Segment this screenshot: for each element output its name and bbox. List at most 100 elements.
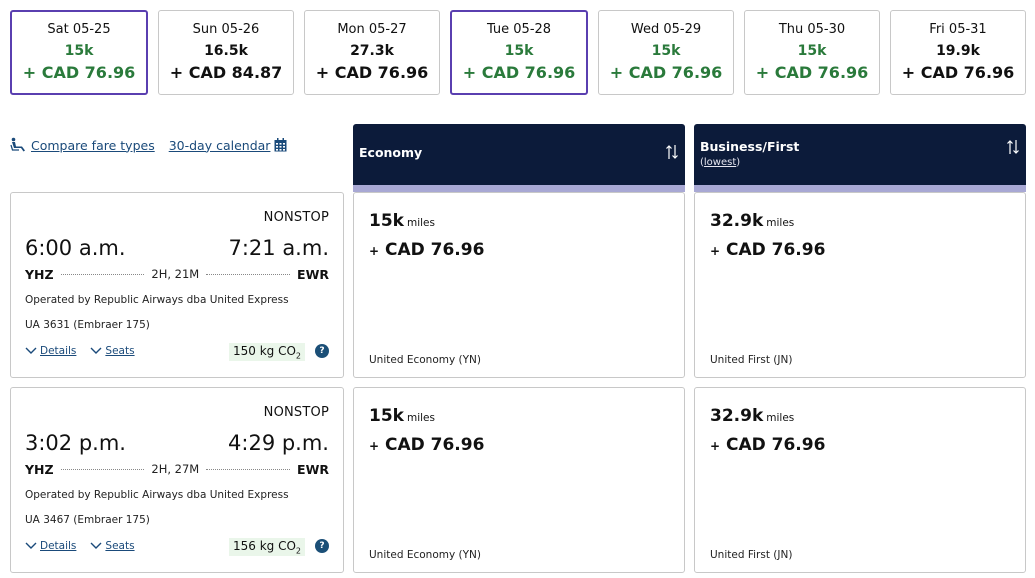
economy-column-header[interactable]: Economy <box>353 124 685 192</box>
destination-airport: EWR <box>297 461 329 477</box>
compare-fare-types-link[interactable]: Compare fare types <box>31 138 155 153</box>
chevron-down-icon <box>25 347 37 354</box>
date-label: Sat 05-25 <box>47 22 111 37</box>
departure-time: 3:02 p.m. <box>25 431 126 455</box>
date-card-sat-05-25[interactable]: Sat 05-25 15k + CAD 76.96 <box>10 10 148 95</box>
origin-airport: YHZ <box>25 266 54 282</box>
fare-name: United Economy (YN) <box>369 354 481 366</box>
date-miles: 15k <box>651 43 681 59</box>
route-line <box>206 273 291 275</box>
flight-card: NONSTOP 3:02 p.m. 4:29 p.m. YHZ 2H, 27M … <box>10 387 344 573</box>
details-label: Details <box>40 540 77 552</box>
miles-unit: miles <box>766 217 795 229</box>
fare-miles: 15k miles <box>369 406 435 426</box>
fare-price: + CAD 76.96 <box>369 435 484 455</box>
date-strip: Sat 05-25 15k + CAD 76.96 Sun 05-26 16.5… <box>10 10 1026 95</box>
miles-value: 15k <box>369 406 404 426</box>
flight-number: UA 3467 (Embraer 175) <box>25 514 150 526</box>
business-header-subtitle: (lowest) <box>700 157 740 168</box>
miles-unit: miles <box>406 412 435 424</box>
operator: Operated by Republic Airways dba United … <box>25 294 289 306</box>
miles-value: 32.9k <box>710 406 764 426</box>
route-line <box>60 273 145 275</box>
paren-close: ) <box>736 157 741 168</box>
arrival-time: 7:21 a.m. <box>228 236 329 260</box>
date-price: + CAD 76.96 <box>755 63 869 82</box>
sort-icon[interactable] <box>665 144 679 160</box>
seats-label: Seats <box>105 345 135 357</box>
route: YHZ 2H, 21M EWR <box>25 266 329 282</box>
chevron-down-icon <box>25 542 37 549</box>
date-miles: 19.9k <box>936 43 980 59</box>
price-value: CAD 76.96 <box>725 435 826 455</box>
flight-links: Details Seats <box>25 345 135 357</box>
seats-toggle[interactable]: Seats <box>90 540 135 552</box>
economy-fare-card[interactable]: 15k miles + CAD 76.96 United Economy (YN) <box>353 192 685 378</box>
fare-name: United First (JN) <box>710 549 793 561</box>
route-line <box>206 468 291 470</box>
route-line <box>60 468 145 470</box>
miles-unit: miles <box>406 217 435 229</box>
economy-header-title: Economy <box>359 145 423 160</box>
business-fare-card[interactable]: 32.9k miles + CAD 76.96 United First (JN) <box>694 387 1026 573</box>
date-label: Thu 05-30 <box>778 22 846 37</box>
seats-label: Seats <box>105 540 135 552</box>
business-column-header[interactable]: Business/First (lowest) <box>694 124 1026 192</box>
stops-label: NONSTOP <box>263 210 329 225</box>
business-fare-card[interactable]: 32.9k miles + CAD 76.96 United First (JN) <box>694 192 1026 378</box>
date-card-tue-05-28[interactable]: Tue 05-28 15k + CAD 76.96 <box>450 10 588 95</box>
date-miles: 27.3k <box>350 43 394 59</box>
economy-fare-card[interactable]: 15k miles + CAD 76.96 United Economy (YN) <box>353 387 685 573</box>
calendar-30-day-link[interactable]: 30-day calendar <box>169 138 271 153</box>
plus-sign: + <box>369 439 380 453</box>
seats-toggle[interactable]: Seats <box>90 345 135 357</box>
plus-sign: + <box>710 244 721 258</box>
flight-number: UA 3631 (Embraer 175) <box>25 319 150 331</box>
date-miles: 15k <box>504 43 534 59</box>
date-price: + CAD 84.87 <box>169 63 283 82</box>
co2-subscript: 2 <box>295 351 301 361</box>
help-icon[interactable]: ? <box>315 539 329 553</box>
seat-icon <box>10 137 25 152</box>
miles-unit: miles <box>766 412 795 424</box>
date-label: Tue 05-28 <box>486 22 552 37</box>
calendar-icon[interactable] <box>274 138 287 152</box>
date-card-sun-05-26[interactable]: Sun 05-26 16.5k + CAD 84.87 <box>158 10 294 95</box>
date-label: Fri 05-31 <box>929 22 987 37</box>
date-miles: 15k <box>797 43 827 59</box>
details-toggle[interactable]: Details <box>25 345 76 357</box>
departure-time: 6:00 a.m. <box>25 236 126 260</box>
miles-value: 15k <box>369 211 404 231</box>
fare-price: + CAD 76.96 <box>710 435 825 455</box>
date-price: + CAD 76.96 <box>462 63 576 82</box>
sort-icon[interactable] <box>1006 139 1020 155</box>
date-card-thu-05-30[interactable]: Thu 05-30 15k + CAD 76.96 <box>744 10 880 95</box>
co2-emissions: 156 kg CO2 <box>228 538 305 557</box>
flight-links: Details Seats <box>25 540 135 552</box>
date-price: + CAD 76.96 <box>315 63 429 82</box>
plus-sign: + <box>369 244 380 258</box>
co2-value: 150 kg CO <box>232 344 296 358</box>
fare-price: + CAD 76.96 <box>369 240 484 260</box>
co2-value: 156 kg CO <box>232 539 296 553</box>
help-icon[interactable]: ? <box>315 344 329 358</box>
chevron-down-icon <box>90 347 102 354</box>
lowest-link[interactable]: lowest <box>704 157 736 168</box>
fare-name: United Economy (YN) <box>369 549 481 561</box>
date-card-fri-05-31[interactable]: Fri 05-31 19.9k + CAD 76.96 <box>890 10 1026 95</box>
destination-airport: EWR <box>297 266 329 282</box>
date-label: Mon 05-27 <box>337 22 407 37</box>
duration: 2H, 27M <box>151 462 200 476</box>
date-label: Wed 05-29 <box>630 22 702 37</box>
date-card-wed-05-29[interactable]: Wed 05-29 15k + CAD 76.96 <box>598 10 734 95</box>
date-price: + CAD 76.96 <box>22 63 136 82</box>
fare-miles: 15k miles <box>369 211 435 231</box>
details-toggle[interactable]: Details <box>25 540 76 552</box>
date-price: + CAD 76.96 <box>901 63 1015 82</box>
arrival-time: 4:29 p.m. <box>228 431 329 455</box>
date-card-mon-05-27[interactable]: Mon 05-27 27.3k + CAD 76.96 <box>304 10 440 95</box>
duration: 2H, 21M <box>151 267 200 281</box>
co2-subscript: 2 <box>295 546 301 556</box>
plus-sign: + <box>710 439 721 453</box>
route: YHZ 2H, 27M EWR <box>25 461 329 477</box>
